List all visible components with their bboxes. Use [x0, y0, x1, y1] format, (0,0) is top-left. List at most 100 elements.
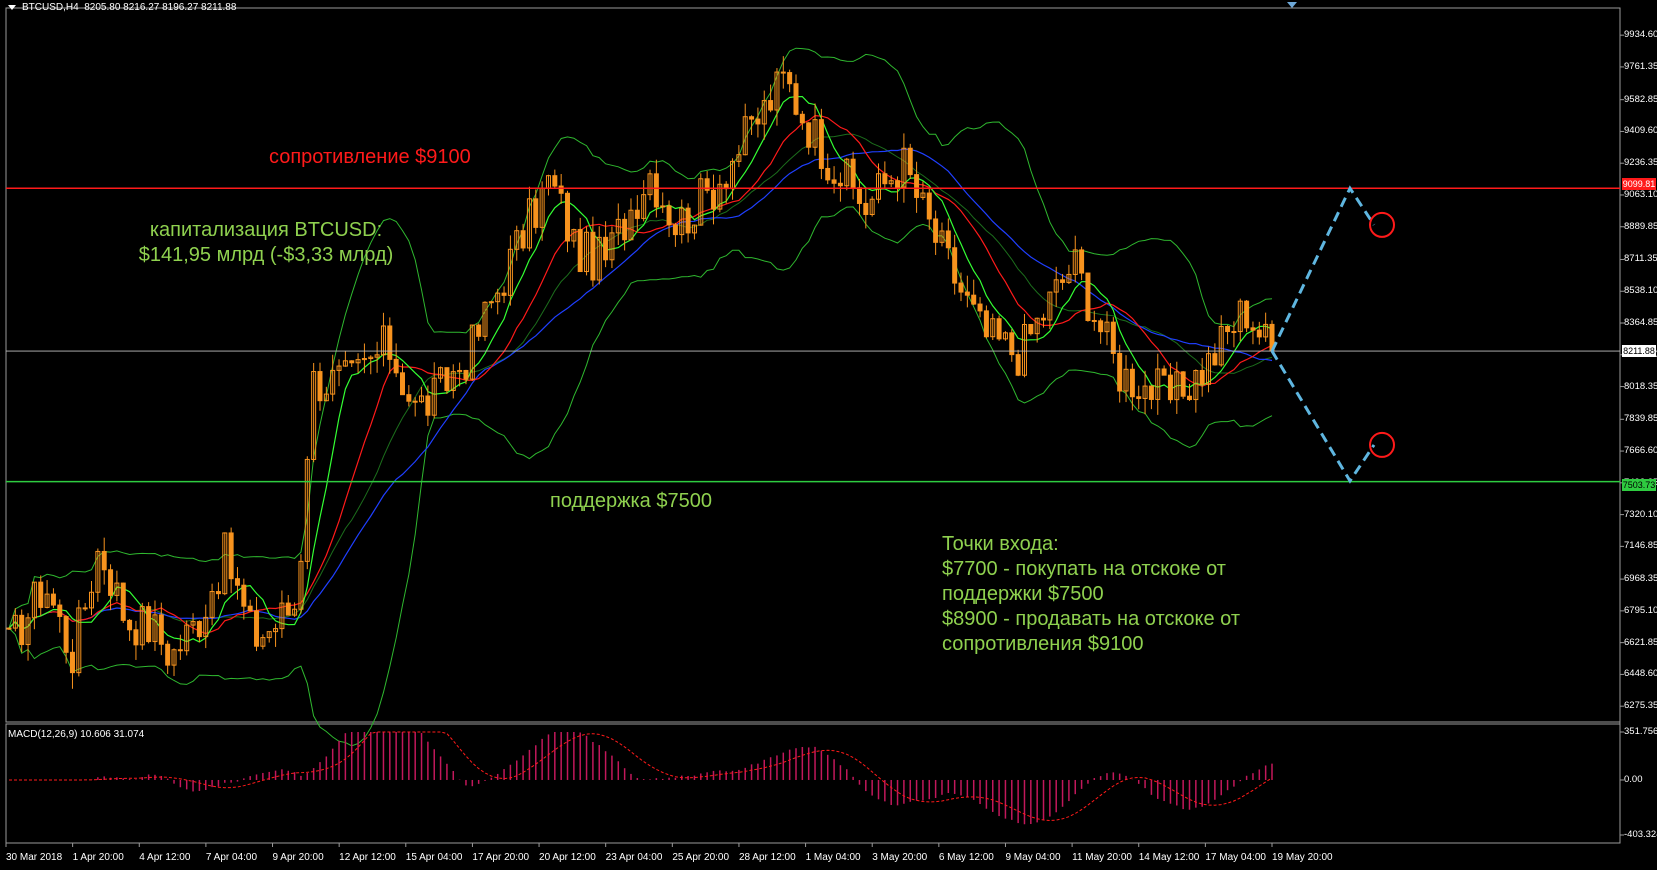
- candle-body: [254, 610, 260, 647]
- price-tick-label: 6621.85: [1624, 636, 1657, 648]
- date-tick-label: 9 May 04:00: [1005, 852, 1061, 863]
- candle-body: [818, 119, 824, 169]
- candle-body: [1110, 321, 1116, 354]
- candle-body: [831, 179, 837, 184]
- projection-up-path: [1270, 185, 1376, 352]
- candle-body: [996, 318, 1002, 340]
- candle-body: [895, 180, 901, 188]
- candle-body: [882, 173, 888, 185]
- candle-body: [755, 118, 761, 125]
- candle-body: [958, 282, 964, 293]
- entry-line-3: $8900 - продавать на отскоке от: [942, 608, 1240, 630]
- candle-body: [907, 147, 913, 176]
- date-tick-label: 7 Apr 04:00: [205, 852, 258, 863]
- candle-body: [1199, 370, 1205, 385]
- date-tick-label: 23 Apr 04:00: [605, 852, 663, 863]
- price-tick-label: 9934.60: [1624, 29, 1657, 41]
- price-tick-label: 9063.10: [1624, 188, 1657, 200]
- candle-body: [577, 229, 583, 273]
- candle-body: [793, 83, 799, 115]
- candle-body: [120, 582, 126, 621]
- date-tick-label: 28 Apr 12:00: [738, 852, 796, 863]
- candle-body: [1129, 368, 1135, 398]
- cap-line-2: $141,95 млрд (-$3,33 млрд): [138, 244, 394, 266]
- date-tick-label: 17 May 04:00: [1205, 852, 1266, 863]
- candle-body: [666, 205, 672, 226]
- shift-marker-icon[interactable]: [1287, 2, 1297, 8]
- bollinger-lower-line: [8, 206, 1273, 747]
- candle-body: [977, 303, 983, 312]
- candle-body: [19, 614, 25, 646]
- candle-body: [780, 71, 786, 74]
- candle-body: [1136, 396, 1142, 399]
- candle-body: [234, 578, 240, 586]
- ohlc-values: 8205.80 8216.27 8196.27 8211.88: [84, 2, 237, 13]
- date-tick-label: 3 May 20:00: [872, 852, 928, 863]
- candle-body: [1085, 272, 1091, 321]
- date-tick-label: 25 Apr 20:00: [672, 852, 730, 863]
- candle-body: [1079, 249, 1085, 274]
- candle-body: [914, 174, 920, 198]
- candle-body: [565, 192, 571, 242]
- candle-body: [653, 173, 659, 208]
- candle-body: [1250, 327, 1256, 331]
- support-price-badge: 7503.73: [1622, 479, 1656, 491]
- candle-body: [558, 185, 564, 194]
- candle-body: [38, 581, 44, 608]
- date-tick-label: 9 Apr 20:00: [272, 852, 324, 863]
- candle-body: [933, 218, 939, 243]
- candle-body: [672, 224, 678, 236]
- candle-body: [520, 230, 526, 249]
- price-tick-label: 7146.85: [1624, 540, 1657, 552]
- candle-body: [1028, 323, 1034, 335]
- price-tick-label: 9409.60: [1624, 125, 1657, 137]
- support-annotation: поддержка $7500: [550, 490, 712, 512]
- candle-body: [603, 236, 609, 261]
- candle-body: [215, 591, 221, 595]
- candle-body: [622, 218, 628, 241]
- price-tick-label: 6448.60: [1624, 668, 1657, 680]
- candle-body: [952, 247, 958, 284]
- candle-body: [964, 291, 970, 296]
- dropdown-triangle-icon[interactable]: [8, 4, 16, 10]
- symbol-timeframe: BTCUSD,H4: [22, 2, 79, 13]
- candle-body: [1231, 331, 1237, 334]
- candle-body: [241, 584, 247, 607]
- candle-body: [393, 358, 399, 374]
- chart-window[interactable]: BTCUSD,H4 8205.80 8216.27 8196.27 8211.8…: [0, 0, 1657, 870]
- candle-body: [806, 122, 812, 148]
- candle-body: [1098, 320, 1104, 333]
- resistance-annotation: сопротивление $9100: [269, 146, 471, 168]
- candle-body: [685, 207, 691, 234]
- candle-body: [768, 100, 774, 111]
- candle-body: [406, 394, 412, 402]
- candle-body: [317, 371, 323, 402]
- candle-body: [247, 605, 253, 612]
- candle-body: [1161, 368, 1167, 376]
- price-chart-canvas[interactable]: [0, 0, 1657, 870]
- candle-body: [1060, 279, 1066, 283]
- candle-body: [6, 627, 12, 630]
- candle-body: [57, 604, 63, 617]
- candle-body: [787, 72, 793, 85]
- candle-body: [101, 550, 107, 571]
- candle-body: [1212, 353, 1218, 366]
- date-tick-label: 15 Apr 04:00: [405, 852, 463, 863]
- candle-body: [82, 607, 88, 610]
- candle-body: [63, 615, 69, 653]
- price-pane-border: [5, 7, 1621, 723]
- macd-histogram-group: [84, 732, 1273, 825]
- price-tick-label: 6968.35: [1624, 573, 1657, 585]
- entry-points-annotation: Точки входа: $7700 - покупать на отскоке…: [942, 532, 1240, 657]
- date-tick-label: 4 Apr 12:00: [139, 852, 191, 863]
- date-tick-label: 20 Apr 12:00: [539, 852, 596, 863]
- price-tick-label: 7320.10: [1624, 508, 1657, 520]
- date-tick-label: 1 May 04:00: [805, 852, 861, 863]
- price-tick-label: 9582.85: [1624, 93, 1657, 105]
- candle-body: [165, 643, 171, 666]
- candle-body: [837, 182, 843, 187]
- candle-body: [228, 532, 234, 580]
- candle-body: [710, 189, 716, 210]
- candle-body: [1015, 354, 1021, 376]
- candle-body: [983, 310, 989, 338]
